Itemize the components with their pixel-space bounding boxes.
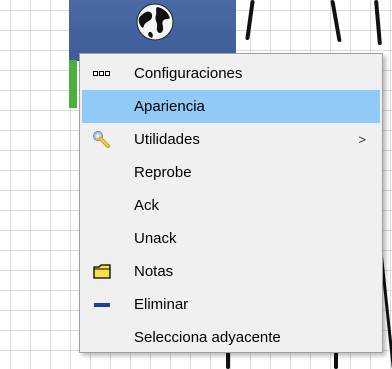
delete-icon [90,288,114,321]
menu-item-selecciona-adyacente[interactable]: Selecciona adyacente [82,321,380,354]
menu-item-notas[interactable]: Notas [82,255,380,288]
note-icon [90,255,114,288]
submenu-arrow-icon: > [358,132,366,147]
menu-item-label: Eliminar [134,296,189,313]
menu-item-label: Utilidades [134,131,200,148]
menu-item-label: Ack [134,197,160,214]
globe-icon [136,3,174,41]
menu-item-label: Selecciona adyacente [134,329,281,346]
menu-item-label: Notas [134,263,174,280]
wrench-icon [90,123,114,156]
menu-item-eliminar[interactable]: Eliminar [82,288,380,321]
connection-line [226,352,230,369]
connection-line [334,352,338,369]
menu-item-ack[interactable]: Ack [82,189,380,222]
menu-item-label: Reprobe [134,164,192,181]
menu-item-label: Configuraciones [134,65,243,82]
menu-item-label: Apariencia [134,98,205,115]
dots-icon [90,57,114,90]
menu-item-label: Unack [134,230,177,247]
node-status-bar [69,60,77,108]
menu-item-utilidades[interactable]: Utilidades > [82,123,380,156]
menu-item-reprobe[interactable]: Reprobe [82,156,380,189]
menu-item-unack[interactable]: Unack [82,222,380,255]
context-menu: Configuraciones Apariencia Utilidades > … [79,53,383,353]
menu-item-configuraciones[interactable]: Configuraciones [82,57,380,90]
menu-item-apariencia[interactable]: Apariencia [82,90,380,123]
